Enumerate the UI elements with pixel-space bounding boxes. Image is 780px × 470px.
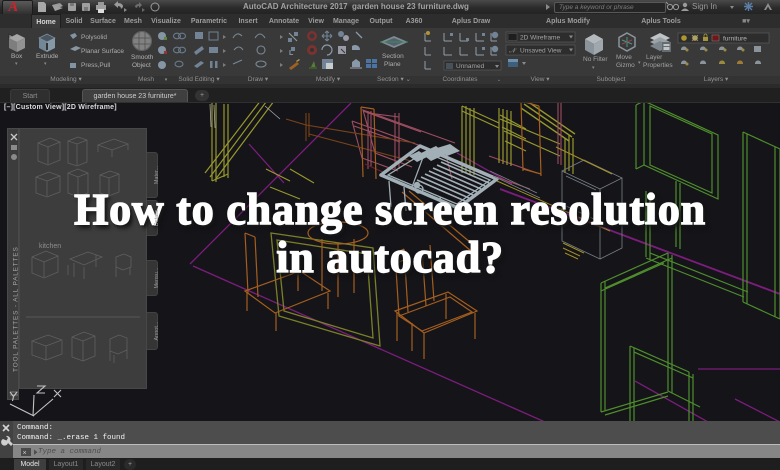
svg-text:Polysolid: Polysolid bbox=[81, 34, 107, 41]
svg-text:×: × bbox=[23, 450, 27, 458]
svg-text:No Filter: No Filter bbox=[583, 56, 608, 63]
svg-text:Section: Section bbox=[382, 53, 404, 60]
svg-text:Object: Object bbox=[132, 62, 151, 69]
svg-text:Planar Surface: Planar Surface bbox=[81, 48, 124, 55]
svg-text:Unsaved View: Unsaved View bbox=[520, 48, 562, 55]
svg-text:▾: ▾ bbox=[15, 61, 18, 67]
svg-text:Layer: Layer bbox=[646, 54, 663, 61]
svg-text:2D Wireframe: 2D Wireframe bbox=[520, 35, 560, 42]
svg-text:furniture: furniture bbox=[723, 36, 747, 43]
svg-text:▾: ▾ bbox=[44, 61, 47, 67]
svg-text:L: L bbox=[289, 50, 294, 57]
svg-text:Move: Move bbox=[616, 54, 632, 61]
svg-text:Details: Details bbox=[154, 209, 160, 226]
svg-text:Extrude: Extrude bbox=[36, 53, 59, 60]
svg-text:▾: ▾ bbox=[592, 65, 595, 71]
svg-text:Plane: Plane bbox=[384, 61, 401, 68]
svg-text:Unnamed: Unnamed bbox=[456, 63, 485, 70]
svg-text:Gizmo: Gizmo bbox=[616, 62, 635, 69]
svg-text:Mater...: Mater... bbox=[154, 165, 160, 184]
svg-text:Press,Pull: Press,Pull bbox=[81, 62, 111, 69]
svg-text:Annot...: Annot... bbox=[154, 321, 160, 340]
svg-text:Mensu...: Mensu... bbox=[154, 267, 160, 289]
svg-text:Box: Box bbox=[11, 53, 23, 60]
svg-text:Smooth: Smooth bbox=[131, 54, 154, 61]
svg-text:▾: ▾ bbox=[638, 60, 641, 66]
svg-text:Properties: Properties bbox=[643, 62, 673, 69]
